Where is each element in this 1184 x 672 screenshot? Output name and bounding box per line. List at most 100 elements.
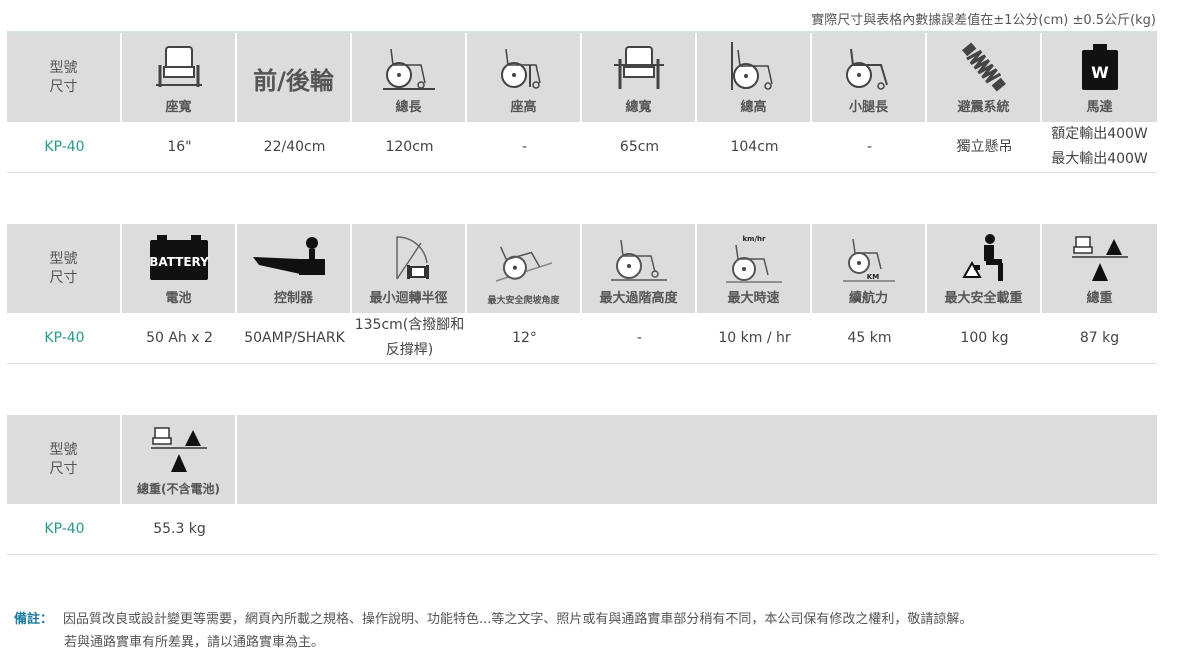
range-icon-text: KM — [866, 273, 878, 281]
size-tolerance-note: 實際尺寸與表格內數據誤差值在±1公分(cm) ±0.5公斤(kg) — [811, 13, 1156, 28]
wheels-value: 22/40cm — [263, 138, 326, 155]
model-label: 型號 — [49, 250, 78, 267]
weight-no-battery-icon — [122, 423, 235, 475]
header-total-height: 總高 — [697, 33, 812, 122]
header-seat-width: 座寬 — [122, 33, 237, 122]
model-value: KP-40 — [44, 520, 85, 537]
spec-table-2: 型號 尺寸 BATTERY 電池 控制器 最小迴轉半徑 最大安全爬坡角度 最大過… — [7, 224, 1157, 364]
header-total-width: 總寬 — [582, 33, 697, 122]
total-weight-value: 87 kg — [1079, 329, 1120, 346]
model-value: KP-40 — [44, 329, 85, 346]
header-max-speed: km/hr 最大時速 — [697, 224, 812, 313]
motor-icon-text: W — [1091, 63, 1109, 82]
header-battery: BATTERY 電池 — [122, 224, 237, 313]
model-label: 型號 — [49, 441, 78, 458]
max-speed-value: 10 km / hr — [718, 329, 791, 346]
header-label: 最大安全載重 — [944, 291, 1023, 306]
header-label: 電池 — [165, 291, 192, 306]
header-label: 座寬 — [165, 100, 192, 115]
speed-icon-text: km/hr — [742, 235, 765, 243]
remark-line-1: 因品質改良或設計變更等需要，網頁內所載之規格、操作說明、功能特色...等之文字、… — [63, 612, 973, 627]
row-label-cell: 型號 尺寸 — [7, 224, 122, 313]
header-label: 座高 — [510, 100, 537, 115]
header-seat-height: 座高 — [467, 33, 582, 122]
spec-value-row: KP-40 50 Ah x 2 50AMP/SHARK 135cm(含撥腳和反撐… — [7, 313, 1157, 364]
spec-header-row: 型號尺寸 總重(不含電池) — [7, 415, 1157, 504]
header-max-load: 最大安全載重 — [927, 224, 1042, 313]
header-label: 續航力 — [848, 291, 888, 306]
header-label: 最大安全爬坡角度 — [487, 296, 560, 306]
seat-height-value: - — [521, 138, 528, 155]
header-range: KM 續航力 — [812, 224, 927, 313]
header-wheels: 前/後輪 — [237, 33, 352, 122]
spec-table-1: 型號 尺寸 座寬 前/後輪 總長 座高 總寬 總高 小腿長 避震系統 W 馬達 … — [7, 31, 1157, 173]
header-label: 總重 — [1086, 291, 1113, 306]
turning-radius-value: 135cm(含撥腳和反撐桿) — [354, 317, 465, 358]
header-climb-angle: 最大安全爬坡角度 — [467, 224, 582, 313]
header-step-height: 最大過階高度 — [582, 224, 697, 313]
shock-absorber-icon — [927, 41, 1040, 93]
header-label: 控制器 — [273, 291, 313, 306]
step-height-icon — [582, 232, 695, 284]
total-height-icon — [697, 41, 810, 93]
motor-max-output: 最大輸出400W — [1051, 151, 1148, 167]
wheels-heading: 前/後輪 — [253, 67, 334, 95]
header-label: 總高 — [740, 100, 767, 115]
header-total-length: 總長 — [352, 33, 467, 122]
header-label: 總重(不含電池) — [137, 482, 220, 496]
battery-icon-text: BATTERY — [149, 255, 209, 269]
total-width-value: 65cm — [619, 138, 660, 155]
header-label: 馬達 — [1086, 100, 1113, 115]
spec-table-3: 型號尺寸 總重(不含電池) KP-40 55.3 kg — [7, 415, 1157, 555]
climb-angle-icon — [467, 232, 580, 284]
spec-header-row: 型號 尺寸 座寬 前/後輪 總長 座高 總寬 總高 小腿長 避震系統 W 馬達 — [7, 31, 1157, 122]
total-length-icon — [352, 41, 465, 93]
remark: 備註： 因品質改良或設計變更等需要，網頁內所載之規格、操作說明、功能特色...等之… — [14, 608, 972, 654]
turning-radius-icon — [352, 232, 465, 284]
row-label-cell: 型號 尺寸 — [7, 33, 122, 122]
size-label: 尺寸 — [49, 460, 78, 477]
header-label: 最小迴轉半徑 — [369, 291, 448, 306]
header-turning-radius: 最小迴轉半徑 — [352, 224, 467, 313]
motor-weight-icon: W — [1042, 41, 1157, 93]
row-label-cell: 型號 尺寸 — [7, 415, 122, 504]
size-label: 尺寸 — [49, 269, 78, 286]
step-height-value: - — [636, 329, 643, 346]
header-label: 最大時速 — [727, 291, 780, 306]
total-length-value: 120cm — [385, 138, 434, 155]
model-label: 型號 — [49, 59, 78, 76]
model-value: KP-40 — [44, 138, 85, 155]
max-load-value: 100 kg — [960, 329, 1009, 346]
spec-value-row: KP-40 16" 22/40cm 120cm - 65cm 104cm - 獨… — [7, 122, 1157, 173]
header-controller: 控制器 — [237, 224, 352, 313]
seat-height-icon — [467, 41, 580, 93]
remark-line-2: 若與通路實車有所差異，請以通路實車為主。 — [64, 635, 325, 650]
weight-no-battery-value: 55.3 kg — [153, 520, 206, 537]
spec-header-row: 型號 尺寸 BATTERY 電池 控制器 最小迴轉半徑 最大安全爬坡角度 最大過… — [7, 224, 1157, 313]
load-capacity-icon — [927, 232, 1040, 284]
speed-icon: km/hr — [697, 232, 810, 284]
controller-value: 50AMP/SHARK — [244, 329, 345, 346]
range-icon: KM — [812, 232, 925, 284]
header-total-weight: 總重 — [1042, 224, 1157, 313]
calf-length-icon — [812, 41, 925, 93]
header-label: 避震系統 — [957, 100, 1010, 115]
header-label: 小腿長 — [848, 100, 888, 115]
calf-length-value: - — [866, 138, 873, 155]
range-value: 45 km — [847, 329, 892, 346]
header-calf-length: 小腿長 — [812, 33, 927, 122]
header-motor: W 馬達 — [1042, 33, 1157, 122]
controller-joystick-icon — [237, 232, 350, 284]
total-weight-icon — [1042, 232, 1157, 284]
total-width-icon — [582, 41, 695, 93]
spec-value-row: KP-40 55.3 kg — [7, 504, 1157, 555]
battery-icon: BATTERY — [122, 232, 235, 284]
seat-width-icon — [122, 41, 235, 93]
climb-angle-value: 12° — [512, 329, 537, 346]
header-weight-no-battery: 總重(不含電池) — [122, 415, 237, 504]
seat-width-value: 16" — [167, 138, 192, 155]
battery-value: 50 Ah x 2 — [146, 329, 213, 346]
motor-value: 額定輸出400W 最大輸出400W — [1042, 122, 1157, 172]
remark-label: 備註： — [14, 612, 54, 627]
size-label: 尺寸 — [49, 78, 78, 95]
